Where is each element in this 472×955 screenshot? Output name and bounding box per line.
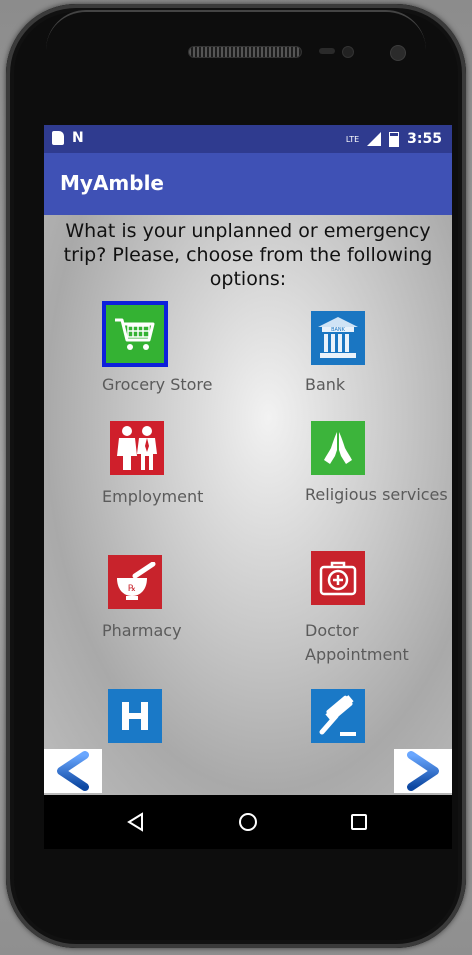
status-bar: N LTE 3:55	[44, 125, 452, 153]
sd-card-icon	[52, 131, 64, 145]
proximity-sensor	[319, 48, 335, 54]
phone-frame: N LTE 3:55 MyAmble What is your unplanne…	[6, 4, 466, 948]
grocery-icon-selected[interactable]	[102, 301, 168, 367]
back-triangle-icon	[127, 812, 143, 832]
medical-kit-icon[interactable]	[311, 551, 365, 605]
chevron-left-icon	[57, 751, 89, 791]
battery-icon	[389, 131, 400, 147]
svg-text:BANK: BANK	[331, 327, 346, 333]
network-type: LTE	[345, 134, 360, 144]
home-nav-button[interactable]	[238, 812, 258, 836]
page: N LTE 3:55 MyAmble What is your unplanne…	[0, 0, 472, 955]
option-label: Bank	[305, 375, 346, 394]
device-screen: N LTE 3:55 MyAmble What is your unplanne…	[44, 125, 452, 849]
clock: 3:55	[407, 131, 442, 147]
signal-icon	[367, 132, 382, 146]
question-text: What is your unplanned or emergency trip…	[63, 220, 433, 290]
mortar-pestle-icon[interactable]: ℞	[108, 555, 162, 609]
next-page-button[interactable]	[394, 749, 452, 793]
svg-text:℞: ℞	[128, 584, 136, 594]
light-sensor	[342, 46, 354, 58]
option-label: Doctor Appointment	[305, 621, 409, 664]
recents-nav-button[interactable]	[350, 813, 368, 835]
system-navigation-bar	[44, 795, 452, 849]
previous-page-button[interactable]	[44, 749, 102, 793]
recents-square-icon	[351, 814, 367, 830]
app-bar: MyAmble	[44, 153, 452, 215]
front-camera-icon	[390, 45, 406, 61]
praying-hands-icon[interactable]	[311, 421, 365, 475]
option-label: Religious services	[305, 485, 448, 504]
app-title: MyAmble	[60, 171, 164, 195]
nfc-icon: N	[72, 130, 84, 146]
home-circle-icon	[239, 813, 257, 831]
option-label: Grocery Store	[102, 375, 213, 394]
bank-icon[interactable]: BANK	[311, 311, 365, 365]
option-label: Pharmacy	[102, 621, 182, 640]
earpiece-speaker	[188, 46, 302, 58]
employees-icon[interactable]	[110, 421, 164, 475]
back-nav-button[interactable]	[126, 812, 146, 836]
hospital-icon[interactable]	[108, 689, 162, 743]
shopping-cart-icon	[106, 305, 164, 363]
chevron-right-icon	[407, 751, 439, 791]
options-content[interactable]: What is your unplanned or emergency trip…	[44, 215, 452, 795]
status-left: N	[52, 131, 84, 145]
gavel-icon[interactable]	[311, 689, 365, 743]
status-right: LTE 3:55	[346, 131, 442, 147]
option-label: Employment	[102, 487, 204, 506]
